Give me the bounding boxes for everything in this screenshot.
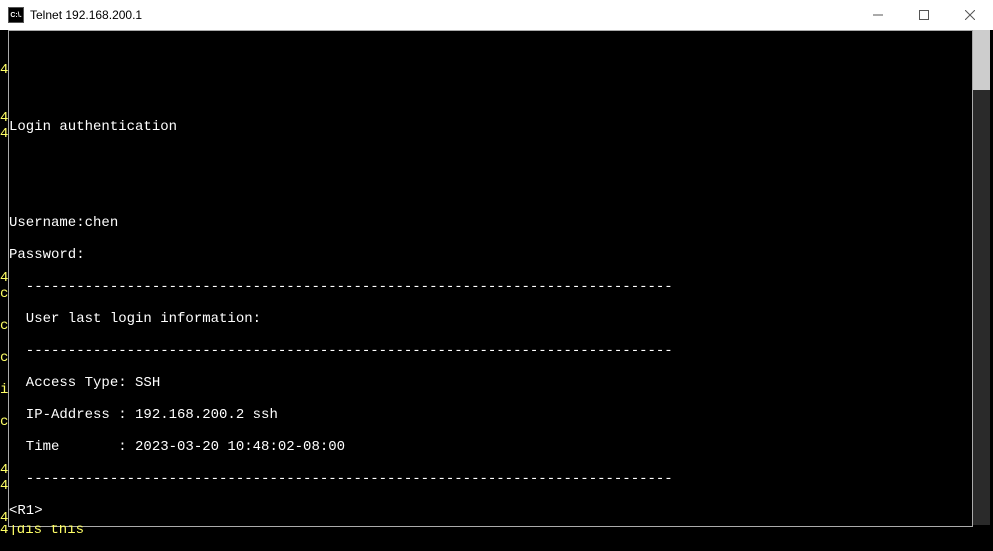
scroll-thumb[interactable] xyxy=(973,30,990,90)
terminal-line: ----------------------------------------… xyxy=(9,279,972,295)
window-controls xyxy=(855,0,993,30)
terminal-area: Login authentication Username:chen Passw… xyxy=(0,30,993,535)
terminal-line: Password: xyxy=(9,247,972,263)
terminal-line: Login authentication xyxy=(9,119,972,135)
terminal-line: Access Type: SSH xyxy=(9,375,972,391)
terminal-line: Username:chen xyxy=(9,215,972,231)
close-button[interactable] xyxy=(947,0,993,30)
vertical-scrollbar[interactable] xyxy=(973,30,990,525)
bottom-gutter: 4]dis this xyxy=(0,525,100,535)
terminal-line: Time : 2023-03-20 10:48:02-08:00 xyxy=(9,439,972,455)
terminal-line: IP-Address : 192.168.200.2 ssh xyxy=(9,407,972,423)
terminal-prompt[interactable]: <R1> xyxy=(9,503,972,519)
cmd-icon: C:\. xyxy=(8,7,24,23)
terminal-line: ----------------------------------------… xyxy=(9,343,972,359)
terminal-frame[interactable]: Login authentication Username:chen Passw… xyxy=(8,30,973,527)
window-title: Telnet 192.168.200.1 xyxy=(30,8,142,22)
terminal-line xyxy=(9,151,972,167)
terminal-content: Login authentication Username:chen Passw… xyxy=(9,31,972,551)
terminal-line: ----------------------------------------… xyxy=(9,471,972,487)
terminal-line: User last login information: xyxy=(9,311,972,327)
terminal-line xyxy=(9,87,972,103)
minimize-button[interactable] xyxy=(855,0,901,30)
terminal-line xyxy=(9,183,972,199)
left-gutter: 4 4 4 4 c c c i c 4 4 4 xyxy=(0,30,8,535)
terminal-line xyxy=(9,55,972,71)
maximize-icon xyxy=(919,10,929,20)
window-titlebar: C:\. Telnet 192.168.200.1 xyxy=(0,0,993,30)
maximize-button[interactable] xyxy=(901,0,947,30)
minimize-icon xyxy=(873,10,883,20)
close-icon xyxy=(965,10,975,20)
cmd-icon-text: C:\. xyxy=(10,12,21,19)
